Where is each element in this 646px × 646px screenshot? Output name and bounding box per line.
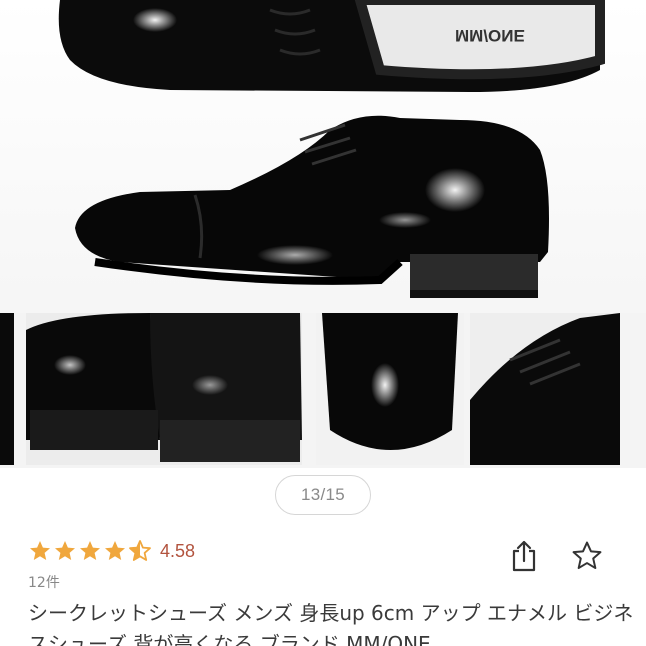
product-title-container: シークレットシューズ メンズ 身長up 6cm アップ エナメル ビジネスシュー… [28, 598, 640, 646]
rating-value: 4.58 [160, 540, 196, 561]
product-title: シークレットシューズ メンズ 身長up 6cm アップ エナメル ビジネスシュー… [28, 601, 634, 646]
favorite-button[interactable] [570, 536, 604, 576]
share-button[interactable] [507, 536, 541, 576]
review-count[interactable]: 12件 [28, 572, 60, 592]
detail-images-strip [0, 313, 646, 468]
star-full-icon [80, 541, 100, 560]
insole-brand-text: MM/ONE [455, 26, 525, 45]
star-outline-icon [572, 541, 602, 570]
star-full-icon [30, 541, 50, 560]
image-pager-badge: 13/15 [275, 475, 371, 515]
star-full-icon [105, 541, 125, 560]
star-full-icon [55, 541, 75, 560]
star-rating [28, 539, 152, 563]
product-image-gallery[interactable]: MM/ONE [0, 0, 646, 468]
image-counter: 13/15 [300, 485, 346, 504]
product-photo: MM/ONE [0, 0, 646, 468]
top-shoe-image: MM/ONE [58, 0, 605, 92]
share-icon [512, 540, 536, 572]
rating-row[interactable]: 4.58 [28, 536, 195, 566]
star-half-icon [129, 540, 151, 561]
